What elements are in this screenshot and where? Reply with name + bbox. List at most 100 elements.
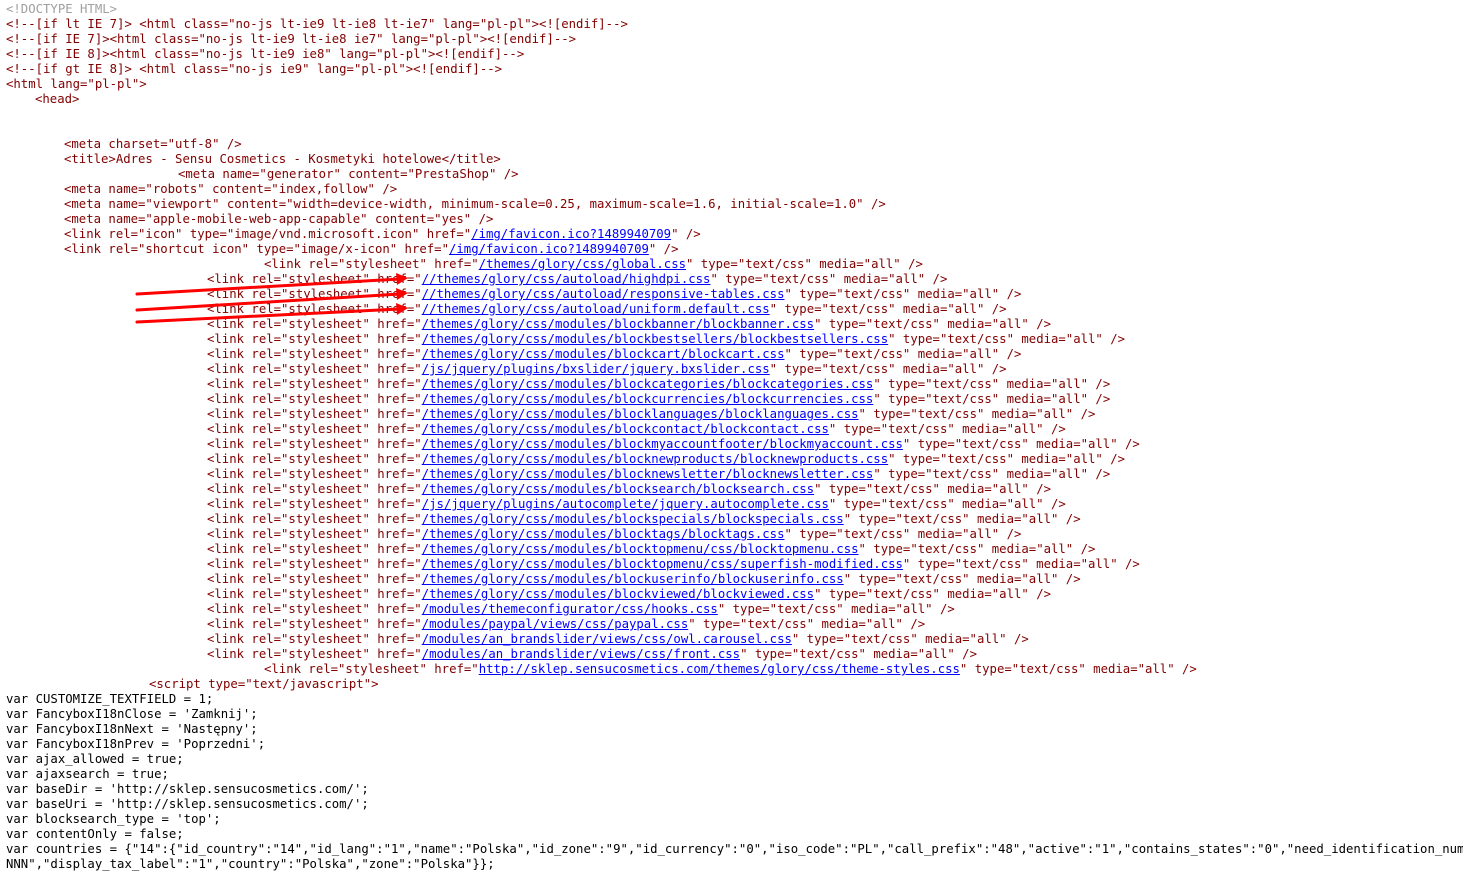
js-line: var FancyboxI18nClose = 'Zamknij'; — [6, 707, 1463, 722]
stylesheet-line: <link rel="stylesheet" href="/themes/glo… — [6, 407, 1463, 422]
link-tag-close: " type="text/css" media="all" /> — [888, 452, 1126, 466]
meta-generator-line: <meta name="generator" content="PrestaSh… — [6, 167, 1463, 182]
stylesheet-link[interactable]: /themes/glory/css/modules/blockcart/bloc… — [422, 347, 785, 361]
link-tag-close: " type="text/css" media="all" /> — [858, 407, 1096, 421]
link-tag-open: <link rel="stylesheet" href=" — [207, 362, 422, 376]
js-statement: var countries = {"14":{"id_country":"14"… — [6, 842, 1463, 856]
meta-apple-tag: <meta name="apple-mobile-web-app-capable… — [64, 212, 494, 226]
js-line: var countries = {"14":{"id_country":"14"… — [6, 842, 1463, 857]
stylesheet-link[interactable]: /themes/glory/css/modules/blockmyaccount… — [422, 437, 903, 451]
link-tag-open: <link rel="stylesheet" href=" — [264, 662, 479, 676]
link-tag-open: <link rel="stylesheet" href=" — [207, 527, 422, 541]
js-statement: var CUSTOMIZE_TEXTFIELD = 1; — [6, 692, 214, 706]
stylesheet-line: <link rel="stylesheet" href="/modules/pa… — [6, 617, 1463, 632]
favicon-link[interactable]: /img/favicon.ico?1489940709 — [471, 227, 671, 241]
stylesheet-link[interactable]: /modules/themeconfigurator/css/hooks.css — [422, 602, 718, 616]
stylesheet-line: <link rel="stylesheet" href="/themes/glo… — [6, 557, 1463, 572]
link-tag-open: <link rel="stylesheet" href=" — [207, 272, 422, 286]
js-statement: var FancyboxI18nPrev = 'Poprzedni'; — [6, 737, 266, 751]
stylesheet-link[interactable]: /themes/glory/css/modules/blocktopmenu/c… — [422, 557, 903, 571]
link-tag-close: " type="text/css" media="all" /> — [740, 647, 977, 661]
stylesheet-link[interactable]: /themes/glory/css/modules/blocksearch/bl… — [422, 482, 814, 496]
link-tag-close: " type="text/css" media="all" /> — [686, 257, 923, 271]
stylesheet-link[interactable]: /themes/glory/css/modules/blockcategorie… — [422, 377, 874, 391]
stylesheet-link[interactable]: /modules/paypal/views/css/paypal.css — [422, 617, 689, 631]
link-tag-open: <link rel="stylesheet" href=" — [207, 467, 422, 481]
stylesheet-link[interactable]: //themes/glory/css/autoload/highdpi.css — [422, 272, 711, 286]
favicon-link[interactable]: /img/favicon.ico?1489940709 — [449, 242, 649, 256]
stylesheet-link[interactable]: /themes/glory/css/modules/blocknewproduc… — [422, 452, 888, 466]
js-statement: NNN","display_tax_label":"1","country":"… — [6, 857, 495, 871]
link-tag-open: <link rel="stylesheet" href=" — [207, 422, 422, 436]
html-open-tag: <html lang="pl-pl"> — [6, 77, 147, 91]
conditional-comment-line: <!--[if lt IE 7]> <html class="no-js lt-… — [6, 17, 1463, 32]
link-tag-open: <link rel="stylesheet" href=" — [207, 587, 422, 601]
stylesheet-link[interactable]: /themes/glory/css/global.css — [479, 257, 686, 271]
js-statement: var contentOnly = false; — [6, 827, 184, 841]
meta-robots-tag: <meta name="robots" content="index,follo… — [64, 182, 398, 196]
stylesheet-line: <link rel="stylesheet" href="/js/jquery/… — [6, 362, 1463, 377]
stylesheet-link[interactable]: //themes/glory/css/autoload/uniform.defa… — [422, 302, 770, 316]
conditional-comment-text: <!--[if IE 7]><html class="no-js lt-ie9 … — [6, 32, 577, 46]
stylesheet-link[interactable]: /themes/glory/css/modules/blockcontact/b… — [422, 422, 829, 436]
stylesheet-link[interactable]: /themes/glory/css/modules/blocklanguages… — [422, 407, 859, 421]
meta-generator-tag: <meta name="generator" content="PrestaSh… — [178, 167, 519, 181]
stylesheet-link[interactable]: /modules/an_brandslider/views/css/owl.ca… — [422, 632, 792, 646]
js-line: NNN","display_tax_label":"1","country":"… — [6, 857, 1463, 872]
js-line: var contentOnly = false; — [6, 827, 1463, 842]
stylesheet-line: <link rel="stylesheet" href="/js/jquery/… — [6, 497, 1463, 512]
stylesheet-line: <link rel="stylesheet" href="//themes/gl… — [6, 287, 1463, 302]
link-tag-open: <link rel="stylesheet" href=" — [207, 482, 422, 496]
js-line: var ajax_allowed = true; — [6, 752, 1463, 767]
link-tag-open: <link rel="stylesheet" href=" — [207, 332, 422, 346]
link-tag-close: " type="text/css" media="all" /> — [814, 482, 1052, 496]
link-tag-close: " type="text/css" media="all" /> — [959, 662, 1197, 676]
title-tag: <title>Adres - Sensu Cosmetics - Kosmety… — [64, 152, 501, 166]
stylesheet-line: <link rel="stylesheet" href="/themes/glo… — [6, 452, 1463, 467]
link-tag-open: <link rel="stylesheet" href=" — [207, 302, 422, 316]
link-tag-open: <link rel="stylesheet" href=" — [207, 392, 422, 406]
stylesheet-link[interactable]: /themes/glory/css/modules/blockuserinfo/… — [422, 572, 844, 586]
stylesheet-link[interactable]: /js/jquery/plugins/bxslider/jquery.bxsli… — [422, 362, 770, 376]
stylesheet-link[interactable]: /themes/glory/css/modules/blockspecials/… — [422, 512, 844, 526]
stylesheet-line: <link rel="stylesheet" href="/modules/an… — [6, 647, 1463, 662]
stylesheet-line: <link rel="stylesheet" href="/themes/glo… — [6, 527, 1463, 542]
stylesheet-link[interactable]: //themes/glory/css/autoload/responsive-t… — [422, 287, 785, 301]
link-tag-close: " type="text/css" media="all" /> — [814, 587, 1052, 601]
stylesheet-line: <link rel="stylesheet" href="//themes/gl… — [6, 272, 1463, 287]
js-statement: var ajaxsearch = true; — [6, 767, 169, 781]
stylesheet-link[interactable]: /themes/glory/css/modules/blocktopmenu/c… — [422, 542, 859, 556]
meta-viewport-tag: <meta name="viewport" content="width=dev… — [64, 197, 886, 211]
stylesheet-link[interactable]: /themes/glory/css/modules/blockcurrencie… — [422, 392, 874, 406]
link-tag-open: <link rel="stylesheet" href=" — [207, 647, 422, 661]
link-tag-open: <link rel="stylesheet" href=" — [207, 497, 422, 511]
meta-robots-line: <meta name="robots" content="index,follo… — [6, 182, 1463, 197]
stylesheet-line: <link rel="stylesheet" href="/modules/th… — [6, 602, 1463, 617]
link-tag-close: " type="text/css" media="all" /> — [814, 317, 1052, 331]
head-open-tag: <head> — [35, 92, 80, 106]
link-tag-close: " type="text/css" media="all" /> — [710, 272, 948, 286]
stylesheet-link[interactable]: /themes/glory/css/modules/blockbanner/bl… — [422, 317, 814, 331]
stylesheet-link[interactable]: /themes/glory/css/modules/blockbestselle… — [422, 332, 888, 346]
stylesheet-link[interactable]: http://sklep.sensucosmetics.com/themes/g… — [479, 662, 960, 676]
link-tag-open: <link rel="stylesheet" href=" — [207, 617, 422, 631]
link-tag-close: " type="text/css" media="all" /> — [843, 512, 1081, 526]
link-tag-open: <link rel="stylesheet" href=" — [207, 452, 422, 466]
stylesheet-link[interactable]: /themes/glory/css/modules/blocktags/bloc… — [422, 527, 785, 541]
link-tag-close: " type="text/css" media="all" /> — [888, 332, 1126, 346]
page-source-view: <!DOCTYPE HTML> <!--[if lt IE 7]> <html c… — [6, 2, 1463, 872]
link-tag-open: <link rel="stylesheet" href=" — [207, 347, 422, 361]
stylesheet-link[interactable]: /js/jquery/plugins/autocomplete/jquery.a… — [422, 497, 829, 511]
link-tag-open: <link rel="stylesheet" href=" — [207, 542, 422, 556]
link-tag-open: <link rel="stylesheet" href=" — [207, 632, 422, 646]
stylesheet-link[interactable]: /themes/glory/css/modules/blockviewed/bl… — [422, 587, 814, 601]
conditional-comment-line: <!--[if gt IE 8]> <html class="no-js ie9… — [6, 62, 1463, 77]
link-tag-open: <link rel="stylesheet" href=" — [207, 317, 422, 331]
stylesheet-link[interactable]: /themes/glory/css/modules/blocknewslette… — [422, 467, 874, 481]
stylesheet-link[interactable]: /modules/an_brandslider/views/css/front.… — [422, 647, 740, 661]
conditional-comment-text: <!--[if gt IE 8]> <html class="no-js ie9… — [6, 62, 503, 76]
conditional-comment-line: <!--[if IE 8]><html class="no-js lt-ie9 … — [6, 47, 1463, 62]
link-tag-open: <link rel="stylesheet" href=" — [264, 257, 479, 271]
js-statement: var FancyboxI18nClose = 'Zamknij'; — [6, 707, 258, 721]
